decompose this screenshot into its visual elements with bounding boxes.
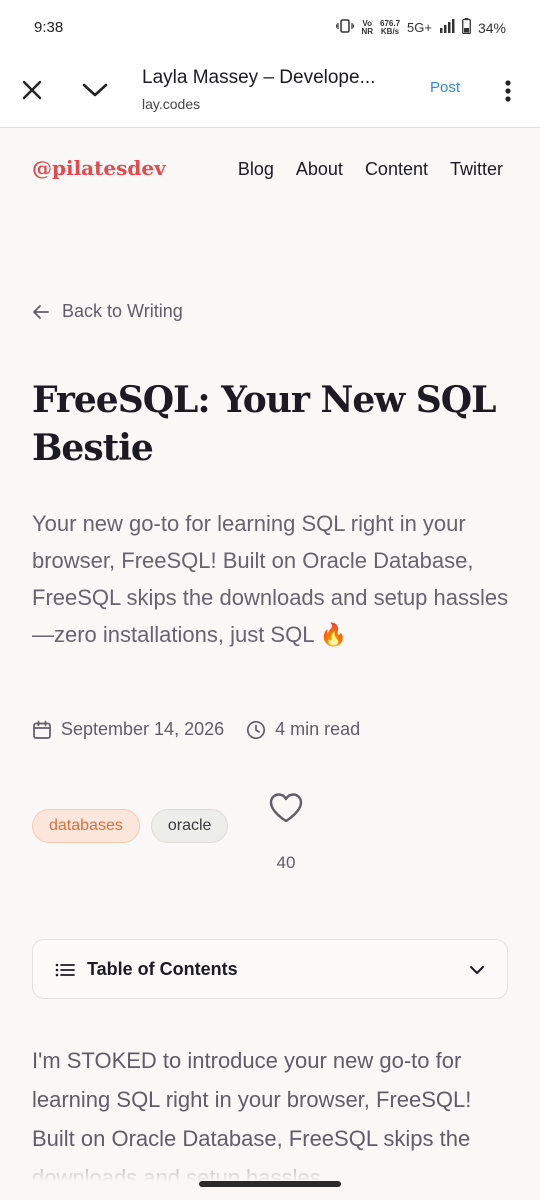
- back-to-writing-link[interactable]: Back to Writing: [32, 301, 183, 322]
- minimize-tab-button[interactable]: [80, 76, 110, 104]
- heart-icon: [269, 793, 303, 823]
- status-bar: 9:38 Vo NR 676.7 KB/s 5G+ 34%: [0, 0, 540, 56]
- bottom-fade: [0, 1160, 540, 1200]
- calendar-icon: [33, 720, 51, 739]
- status-time: 9:38: [34, 19, 64, 36]
- signal-icon: [439, 19, 455, 36]
- home-indicator[interactable]: [199, 1181, 341, 1187]
- network-type: 5G+: [407, 20, 432, 35]
- list-icon: [55, 963, 75, 977]
- chevron-down-icon: [82, 83, 108, 97]
- article-meta: September 14, 2026 4 min read: [32, 719, 360, 740]
- site-nav: Blog About Content Twitter: [238, 159, 503, 180]
- more-options-button[interactable]: [498, 76, 518, 106]
- nav-item-twitter[interactable]: Twitter: [450, 159, 503, 180]
- chevron-down-icon: [470, 966, 484, 974]
- publish-date: September 14, 2026: [32, 719, 224, 740]
- post-button[interactable]: Post: [430, 79, 460, 96]
- nav-item-about[interactable]: About: [296, 159, 343, 180]
- like-count: 40: [276, 853, 296, 872]
- clock-icon: [247, 720, 266, 739]
- more-vert-icon: [505, 80, 511, 102]
- tag-oracle[interactable]: oracle: [150, 809, 229, 843]
- tag-list: databases oracle: [32, 809, 229, 843]
- close-tab-button[interactable]: [18, 76, 46, 104]
- custom-tab-toolbar: Layla Massey – Develope... lay.codes Pos…: [0, 56, 540, 128]
- like-button[interactable]: [266, 788, 306, 828]
- article-summary: Your new go-to for learning SQL right in…: [32, 511, 509, 647]
- battery-icon: [462, 18, 471, 37]
- close-icon: [22, 80, 42, 100]
- site-logo[interactable]: @pilatesdev: [32, 156, 166, 180]
- network-speed: 676.7 KB/s: [380, 18, 401, 36]
- date-text: September 14, 2026: [61, 719, 225, 739]
- page-url[interactable]: lay.codes: [142, 96, 200, 112]
- read-time-text: 4 min read: [275, 719, 361, 739]
- tag-databases[interactable]: databases: [32, 809, 140, 843]
- arrow-left-icon: [33, 304, 49, 319]
- nav-item-blog[interactable]: Blog: [238, 159, 274, 180]
- battery-percent: 34%: [477, 19, 506, 36]
- read-time: 4 min read: [246, 719, 360, 740]
- article-title: FreeSQL: Your New SQL Bestie: [32, 379, 496, 469]
- nav-item-content[interactable]: Content: [365, 159, 428, 180]
- table-of-contents-toggle[interactable]: Table of Contents: [32, 939, 508, 999]
- toc-label: Table of Contents: [87, 959, 238, 979]
- vibrate-icon: [336, 19, 355, 36]
- status-indicators: Vo NR 676.7 KB/s 5G+ 34%: [336, 18, 506, 37]
- volte-indicator: Vo NR: [361, 18, 373, 36]
- back-label: Back to Writing: [62, 301, 183, 321]
- page-title: Layla Massey – Develope...: [142, 67, 376, 88]
